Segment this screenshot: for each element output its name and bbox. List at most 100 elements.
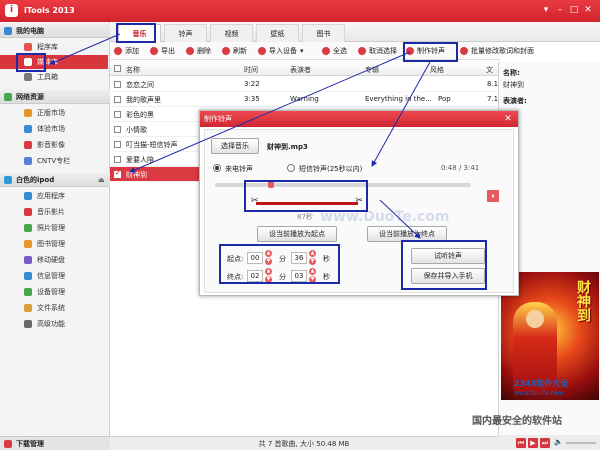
menu-dropdown-button[interactable]: ▾ <box>540 4 552 16</box>
start-min-up-icon[interactable]: ▲ <box>265 250 272 257</box>
make-ringtone-button[interactable]: 制作铃声 <box>406 45 445 57</box>
selection-duration: 87秒 <box>297 213 313 221</box>
app-logo-icon: i <box>5 4 18 17</box>
sidebar-item-toolbox[interactable]: 工具箱 <box>0 70 108 84</box>
row-checkbox[interactable] <box>114 156 121 163</box>
sidebar-group-network[interactable]: 网络资源 <box>0 90 110 104</box>
row-checkbox[interactable] <box>114 111 121 118</box>
unit-min: 分 <box>279 273 286 281</box>
row-checkbox[interactable] <box>114 96 121 103</box>
sidebar-item-apps[interactable]: 应用程序 <box>0 189 108 203</box>
row-checkbox[interactable] <box>114 126 121 133</box>
watermark-url: www.DuoTe.com <box>514 390 564 397</box>
delete-button[interactable]: 删除 <box>186 45 211 57</box>
save-import-button[interactable]: 保存并导入手机 <box>411 268 485 284</box>
sidebar-group-device[interactable]: 白色的ipod ⏏ <box>0 173 110 187</box>
playback-track[interactable] <box>215 183 471 187</box>
select-all-button[interactable]: 全选 <box>322 45 347 57</box>
table-row[interactable]: 恋恋之间 3:22 8.1 <box>110 77 498 92</box>
table-row-selected[interactable]: ✓ 财神到 <box>110 167 199 182</box>
itools-window: i iTools 2013 ▾ – □ ✕ 我的电脑 程序库 媒体库 工具箱 网… <box>0 0 600 450</box>
sidebar-item-music-video[interactable]: 音乐影片 <box>0 205 108 219</box>
set-start-button[interactable]: 设当前播放为起点 <box>257 226 337 242</box>
sidebar-item-advanced[interactable]: 高级功能 <box>0 317 108 331</box>
sidebar-item-video[interactable]: 影音影像 <box>0 138 108 152</box>
book-icon <box>24 240 32 248</box>
preview-ringtone-button[interactable]: 试听铃声 <box>411 248 485 264</box>
end-seconds-field[interactable]: 03 <box>291 270 307 282</box>
end-sec-up-icon[interactable]: ▲ <box>309 268 316 275</box>
playback-position-handle[interactable] <box>268 180 275 188</box>
table-row[interactable]: 我的歌声里 3:35 Warning Everything in the... … <box>110 92 498 107</box>
tab-video[interactable]: 视频 <box>210 24 253 42</box>
sidebar-item-label: 移动硬盘 <box>37 256 65 264</box>
col-size[interactable]: 文 <box>486 65 493 75</box>
sidebar-item-media-library[interactable]: 媒体库 <box>0 55 108 69</box>
start-minutes-field[interactable]: 00 <box>247 252 263 264</box>
dialog-close-button[interactable]: ✕ <box>502 113 514 125</box>
maximize-button[interactable]: □ <box>568 4 580 16</box>
sidebar-item-disk[interactable]: 移动硬盘 <box>0 253 108 267</box>
minimize-button[interactable]: – <box>554 4 566 16</box>
end-scissors-icon[interactable]: ✂ <box>355 196 363 206</box>
col-artist[interactable]: 表演者 <box>290 65 311 75</box>
col-album[interactable]: 专辑 <box>365 65 379 75</box>
start-min-down-icon[interactable]: ▼ <box>265 258 272 265</box>
sidebar-item-store[interactable]: 正版市场 <box>0 106 108 120</box>
sidebar-item-filesystem[interactable]: 文件系统 <box>0 301 108 315</box>
sidebar-item-messages[interactable]: 信息管理 <box>0 269 108 283</box>
next-button[interactable]: ⏭ <box>540 438 550 448</box>
dialog-watermark: www.DuoTe.com <box>320 209 450 225</box>
start-scissors-icon[interactable]: ✂ <box>251 196 259 206</box>
start-seconds-field[interactable]: 36 <box>291 252 307 264</box>
export-button[interactable]: 导出 <box>150 45 175 57</box>
tab-ringtone[interactable]: 铃声 <box>164 24 207 42</box>
select-all-checkbox[interactable] <box>114 65 121 72</box>
volume-icon[interactable]: 🔈 <box>554 438 563 446</box>
import-icon <box>258 47 266 55</box>
end-min-down-icon[interactable]: ▼ <box>265 276 272 283</box>
end-min-up-icon[interactable]: ▲ <box>265 268 272 275</box>
pause-button[interactable]: ⏸ <box>487 190 499 202</box>
radio-sms-ringtone[interactable] <box>287 164 295 172</box>
tab-wallpaper[interactable]: 壁纸 <box>256 24 299 42</box>
volume-slider[interactable] <box>566 442 596 444</box>
col-name[interactable]: 名称 <box>126 65 140 75</box>
video-icon <box>24 141 32 149</box>
end-minutes-field[interactable]: 02 <box>247 270 263 282</box>
radio-sms-label: 短信铃声(25秒以内) <box>299 165 363 173</box>
sidebar-item-photos[interactable]: 照片管理 <box>0 221 108 235</box>
end-sec-down-icon[interactable]: ▼ <box>309 276 316 283</box>
close-window-button[interactable]: ✕ <box>582 4 594 16</box>
sidebar-group-my-computer[interactable]: 我的电脑 <box>0 24 110 38</box>
sidebar-item-cntv[interactable]: CNTV专栏 <box>0 154 108 168</box>
choose-music-button[interactable]: 选择音乐 <box>211 138 259 154</box>
sidebar-item-books[interactable]: 图书管理 <box>0 237 108 251</box>
prev-button[interactable]: ⏮ <box>516 438 526 448</box>
deselect-button[interactable]: 取消选择 <box>358 45 397 57</box>
set-end-button[interactable]: 设当前播放为终点 <box>367 226 447 242</box>
add-button[interactable]: 添加 <box>114 45 139 57</box>
radio-call-ringtone[interactable] <box>213 164 221 172</box>
row-checkbox[interactable] <box>114 81 121 88</box>
tab-books[interactable]: 图书 <box>302 24 345 42</box>
start-sec-down-icon[interactable]: ▼ <box>309 258 316 265</box>
play-button[interactable]: ▶ <box>528 438 538 448</box>
import-device-button[interactable]: 导入设备 ▾ <box>258 45 304 57</box>
delete-icon <box>186 47 194 55</box>
sidebar-item-app-library[interactable]: 程序库 <box>0 40 108 54</box>
download-manager[interactable]: 下载管理 <box>0 436 110 450</box>
sidebar-item-trial-store[interactable]: 体验市场 <box>0 122 108 136</box>
sidebar-item-device-mgmt[interactable]: 设备管理 <box>0 285 108 299</box>
col-genre[interactable]: 风格 <box>430 65 444 75</box>
tab-music[interactable]: 音乐 <box>118 24 161 42</box>
music-icon <box>24 208 32 216</box>
refresh-button[interactable]: 刷新 <box>222 45 247 57</box>
row-checkbox[interactable] <box>114 141 121 148</box>
batch-edit-button[interactable]: 批量修改歌词和封面 <box>460 45 534 57</box>
col-time[interactable]: 时间 <box>244 65 258 75</box>
start-sec-up-icon[interactable]: ▲ <box>309 250 316 257</box>
row-checkbox[interactable]: ✓ <box>114 169 121 178</box>
unit-sec: 秒 <box>323 255 330 263</box>
eject-icon[interactable]: ⏏ <box>98 173 105 187</box>
